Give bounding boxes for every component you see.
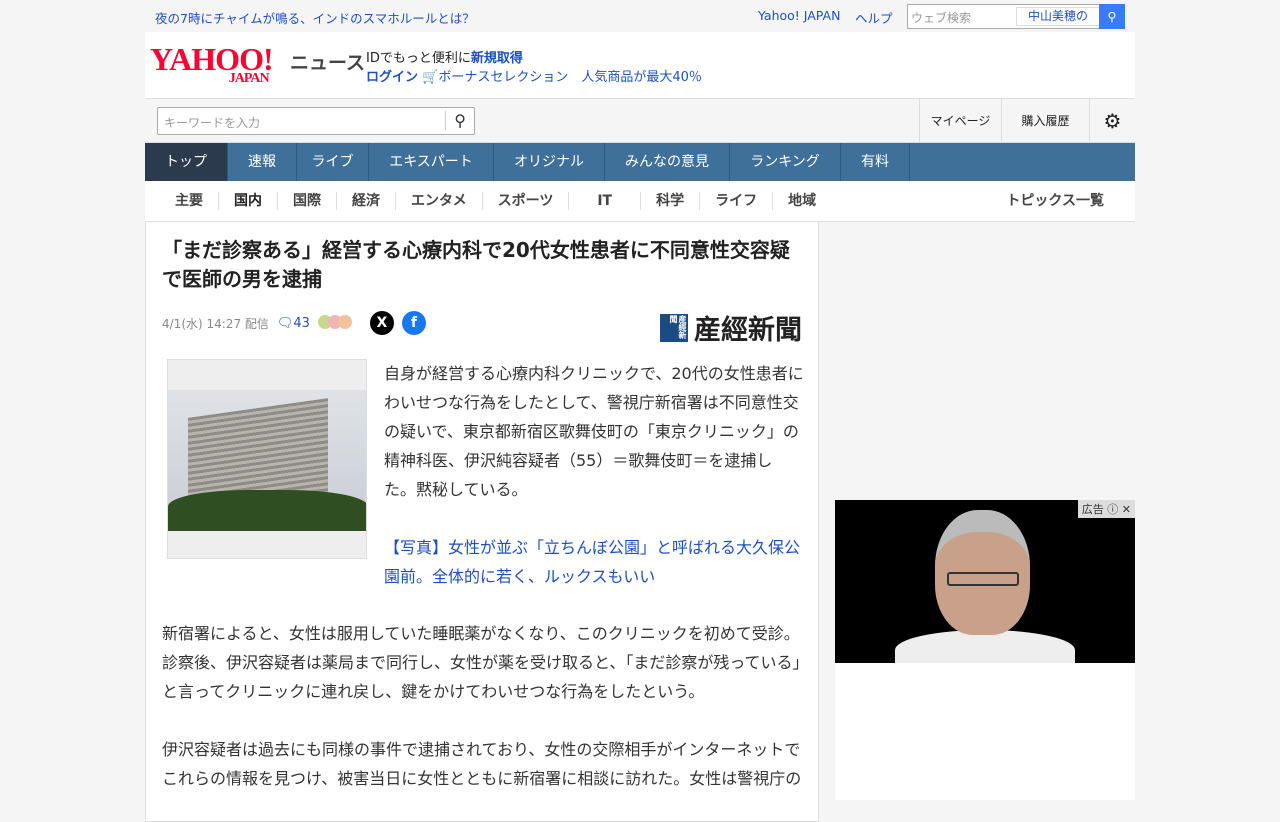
yahoo-japan-link[interactable]: Yahoo! JAPAN xyxy=(758,8,840,23)
gear-icon[interactable]: ⚙ xyxy=(1089,99,1135,143)
id-promo: IDでもっと便利に新規取得 xyxy=(366,47,523,66)
paragraph: 自身が経営する心療内科クリニックで、20代の女性患者にわいせつな行為をしたとして… xyxy=(384,364,804,499)
ad-label[interactable]: 広告 ⓘ ✕ xyxy=(1077,500,1135,518)
web-search-input[interactable]: ウェブ検索 中山美穂の xyxy=(907,4,1125,29)
nav-ranking[interactable]: ランキング xyxy=(730,143,841,181)
search-suggestion[interactable]: 中山美穂の xyxy=(1016,7,1100,26)
nav-breaking[interactable]: 速報 xyxy=(228,143,297,181)
subnav-economy[interactable]: 経済 xyxy=(337,192,396,210)
ad-banner[interactable]: 広告 ⓘ ✕ xyxy=(835,500,1135,800)
subnav-life[interactable]: ライフ xyxy=(700,192,774,210)
login-row: ログイン 🛒ボーナスセレクション 人気商品が最大40％ xyxy=(366,66,702,85)
x-share-icon[interactable]: X xyxy=(369,311,394,335)
search-placeholder: ウェブ検索 xyxy=(911,11,972,25)
main-nav: トップ 速報 ライブ エキスパート オリジナル みんなの意見 ランキング 有料 xyxy=(145,143,1135,181)
cart-icon: 🛒 xyxy=(422,70,439,85)
reaction-faces[interactable] xyxy=(317,314,352,332)
article-title: 「まだ診察ある」経営する心療内科で20代女性患者に不同意性交容疑で医師の男を逮捕 xyxy=(162,238,790,291)
sub-nav: 主要 国内 国際 経済 エンタメ スポーツ IT 科学 ライフ 地域 トピックス… xyxy=(145,181,1135,225)
mypage-button[interactable]: マイページ xyxy=(919,99,1001,143)
keyword-placeholder: キーワードを入力 xyxy=(164,116,261,130)
purchase-history-button[interactable]: 購入履歴 xyxy=(1001,99,1089,143)
nav-opinion[interactable]: みんなの意見 xyxy=(605,143,730,181)
bonus-promo-link[interactable]: ボーナスセレクション 人気商品が最大40％ xyxy=(438,70,702,85)
nav-live[interactable]: ライブ xyxy=(297,143,369,181)
paragraph: 新宿署によると、女性は服用していた睡眠薬がなくなり、このクリニックを初めて受診。… xyxy=(162,624,801,701)
paragraph: 伊沢容疑者は過去にも同様の事件で逮捕されており、女性の交際相手がインターネットで… xyxy=(162,740,802,788)
article: 「まだ診察ある」経営する心療内科で20代女性患者に不同意性交容疑で医師の男を逮捕… xyxy=(145,222,819,822)
photo-link[interactable]: 【写真】女性が並ぶ「立ちんぼ公園」と呼ばれる大久保公園前。全体的に若く、ルックス… xyxy=(384,533,804,591)
id-text: IDでもっと便利に xyxy=(366,51,471,66)
facebook-share-icon[interactable]: f xyxy=(401,311,426,335)
sankei-badge: 産經新聞 xyxy=(660,313,688,342)
info-icon[interactable]: ⓘ xyxy=(1107,503,1118,516)
topics-list-link[interactable]: トピックス一覧 xyxy=(991,192,1119,210)
nav-paid[interactable]: 有料 xyxy=(841,143,910,181)
help-link[interactable]: ヘルプ xyxy=(855,8,893,27)
subnav-science[interactable]: 科学 xyxy=(641,192,701,210)
nav-expert[interactable]: エキスパート xyxy=(369,143,494,181)
subnav-it[interactable]: IT xyxy=(569,192,642,210)
close-icon[interactable]: ✕ xyxy=(1122,503,1131,516)
nav-top[interactable]: トップ xyxy=(145,143,228,181)
source-name: 産經新聞 xyxy=(694,315,802,346)
subnav-entertainment[interactable]: エンタメ xyxy=(396,192,483,210)
login-link[interactable]: ログイン xyxy=(366,70,418,85)
nav-original[interactable]: オリジナル xyxy=(494,143,605,181)
article-photo[interactable] xyxy=(167,359,367,559)
publish-date: 4/1(水) 14:27 配信 xyxy=(162,316,269,331)
subnav-sports[interactable]: スポーツ xyxy=(483,192,570,210)
signup-link[interactable]: 新規取得 xyxy=(471,51,523,66)
article-meta: 4/1(水) 14:27 配信 🗨43 X f xyxy=(162,310,426,336)
ad-label-text: 広告 xyxy=(1081,503,1104,516)
header: YAHOO! JAPAN ニュース IDでもっと便利に新規取得 ログイン 🛒ボーナ… xyxy=(145,32,1135,99)
subnav-domestic[interactable]: 国内 xyxy=(219,192,278,225)
source-logo[interactable]: 産經新聞 産經新聞 xyxy=(660,308,802,347)
yahoo-logo[interactable]: YAHOO! JAPAN xyxy=(150,43,274,86)
search-icon[interactable]: ⚲ xyxy=(445,111,466,130)
keyword-input[interactable]: キーワードを入力 ⚲ xyxy=(157,107,475,135)
subnav-local[interactable]: 地域 xyxy=(773,192,831,210)
comment-count: 43 xyxy=(293,315,310,331)
search-icon[interactable]: ⚲ xyxy=(1099,4,1125,29)
top-bar: 夜の7時にチャイムが鳴る、インドのスマホルールとは？ Yahoo! JAPAN … xyxy=(145,0,1135,32)
comments-link[interactable]: 🗨43 xyxy=(277,316,310,331)
search-bar: キーワードを入力 ⚲ マイページ 購入履歴 ⚙ xyxy=(145,99,1135,143)
subnav-world[interactable]: 国際 xyxy=(278,192,337,210)
promo-link[interactable]: 夜の7時にチャイムが鳴る、インドのスマホルールとは？ xyxy=(155,8,475,27)
service-name[interactable]: ニュース xyxy=(290,48,365,75)
ad-image[interactable] xyxy=(835,500,1135,663)
subnav-main[interactable]: 主要 xyxy=(160,192,219,210)
